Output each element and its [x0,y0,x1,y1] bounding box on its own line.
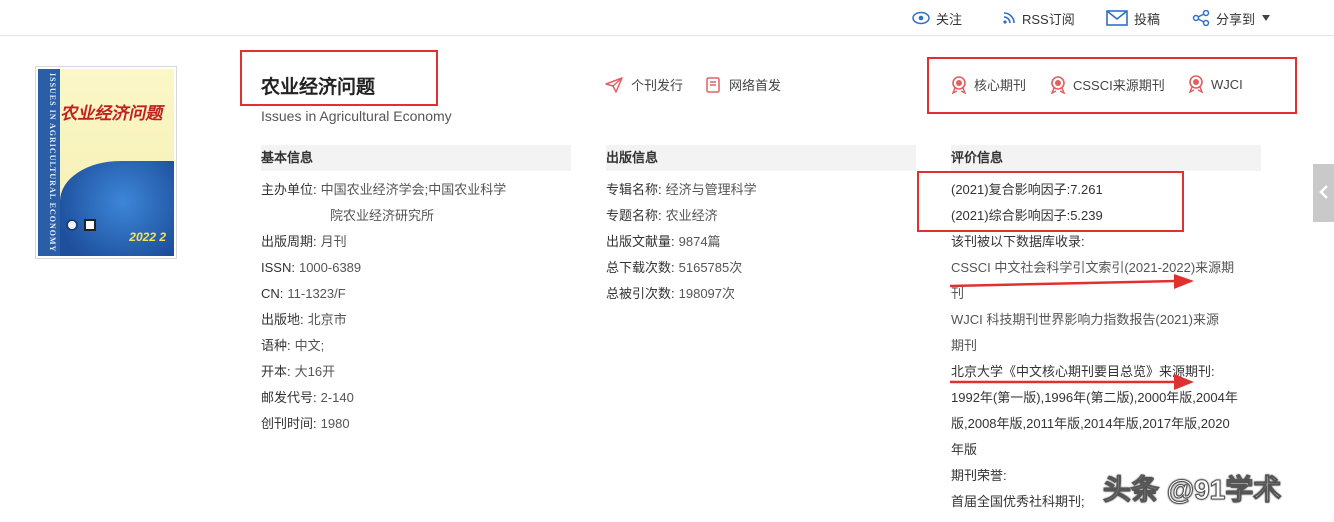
basic-info-value: 1000-6389 [298,260,362,275]
evaluation-info-heading: 评价信息 [951,145,1261,171]
basic-info-value: 11-1323/F [287,286,346,301]
basic-info-value: 北京市 [307,312,347,327]
evaluation-line: 首届全国优秀社科期刊; [951,494,1085,509]
basic-info-value: 2-140 [320,390,354,405]
submit-button[interactable]: 投稿 [1106,0,1160,36]
cover-issue: 2022 2 [129,230,166,244]
follow-label: 关注 [936,11,963,27]
annotation-box-impact [917,171,1184,232]
basic-info-value: 大16开 [294,364,336,379]
evaluation-line[interactable]: WJCI 科技期刊世界影响力指数报告(2021)来源 [951,307,1219,333]
tag-individual-issue-label: 个刊发行 [631,78,684,93]
basic-info-row: 主办单位: 中国农业经济学会;中国农业科学 [261,177,506,203]
evaluation-line[interactable]: 期刊 [951,333,977,359]
basic-info-value: 中国农业经济学会;中国农业科学 [320,182,507,197]
basic-info-key: 创刊时间: [261,416,317,431]
cover-title: 农业经济问题 [59,104,166,124]
journal-cover: ISSUES IN AGRICULTURAL ECONOMY 农业经济问题 20… [35,66,177,259]
basic-info-heading: 基本信息 [261,145,571,171]
publication-info-row: 专题名称: 农业经济 [606,203,718,229]
basic-info-row: CN: 11-1323/F [261,281,346,307]
basic-info-row: 语种: 中文; [261,333,324,359]
submit-label: 投稿 [1134,11,1161,27]
publication-info-value: 9874篇 [678,234,721,249]
rss-button[interactable]: RSS订阅 [1002,0,1075,36]
annotation-box-title [240,50,438,106]
basic-info-row: 出版周期: 月刊 [261,229,347,255]
publication-info-key: 专辑名称: [606,182,662,197]
cover-band-text: ISSUES IN AGRICULTURAL ECONOMY [48,73,57,253]
basic-info-heading-text: 基本信息 [261,150,314,165]
publication-info-row: 总被引次数: 198097次 [606,281,735,307]
basic-info-row: 邮发代号: 2-140 [261,385,354,411]
publication-info-key: 总被引次数: [606,286,675,301]
publication-info-value: 农业经济 [665,208,718,223]
rss-icon [1003,12,1015,24]
tag-individual-issue[interactable]: 个刊发行 [605,75,683,94]
journal-subtitle: Issues in Agricultural Economy [261,108,452,124]
side-collapse-tab[interactable] [1313,164,1334,222]
basic-info-key: 语种: [261,338,291,353]
basic-info-row: 出版地: 北京市 [261,307,347,333]
annotation-arrow [949,274,1194,289]
publication-info-key: 专题名称: [606,208,662,223]
evaluation-line: 版,2008年版,2011年版,2014年版,2017年版,2020 [951,416,1230,431]
document-icon [706,76,720,93]
cover-qr-code [84,219,96,231]
publication-info-heading: 出版信息 [606,145,916,171]
basic-info-value: 1980 [320,416,350,431]
annotation-box-badges [927,57,1297,114]
share-icon [1192,10,1210,26]
basic-info-key: 出版周期: [261,234,317,249]
paper-plane-icon [605,76,623,93]
eye-icon [912,11,930,25]
publication-info-key: 出版文献量: [606,234,675,249]
basic-info-key: 主办单位: [261,182,317,197]
basic-info-value: 院农业经济研究所 [330,208,435,223]
share-button[interactable]: 分享到 [1192,0,1277,36]
publication-info-value: 5165785次 [678,260,743,275]
basic-info-row: 开本: 大16开 [261,359,335,385]
follow-button[interactable]: 关注 [912,0,962,36]
caret-down-icon [1262,15,1271,21]
publication-info-heading-text: 出版信息 [606,150,659,165]
publication-info-value: 经济与管理科学 [665,182,757,197]
envelope-icon [1106,10,1128,26]
share-label: 分享到 [1216,11,1256,27]
basic-info-value: 中文; [294,338,325,353]
publication-info-key: 总下载次数: [606,260,675,275]
evaluation-info-heading-text: 评价信息 [951,150,1004,165]
cover-logo [66,219,78,231]
publication-info-row: 出版文献量: 9874篇 [606,229,721,255]
chevron-icon [1319,185,1328,199]
annotation-arrow [950,374,1194,390]
evaluation-line: 该刊被以下数据库收录: [951,234,1085,249]
publication-info-row: 专辑名称: 经济与管理科学 [606,177,757,203]
publication-info-value: 198097次 [678,286,736,301]
top-toolbar: 关注 RSS订阅 投稿 分享到 [0,0,1334,36]
evaluation-line: 年版 [951,442,978,457]
basic-info-key: 开本: [261,364,291,379]
basic-info-key: 邮发代号: [261,390,317,405]
rss-label: RSS订阅 [1022,11,1075,27]
cover-image: ISSUES IN AGRICULTURAL ECONOMY 农业经济问题 20… [38,69,174,256]
basic-info-row: ISSN: 1000-6389 [261,255,361,281]
basic-info-key: 出版地: [261,312,304,327]
tag-online-first-label: 网络首发 [729,78,782,93]
basic-info-value: 月刊 [320,234,347,249]
basic-info-row: 院农业经济研究所 [261,203,434,229]
basic-info-key: CN: [261,286,284,301]
evaluation-line: 期刊荣誉: [951,468,1007,483]
publication-info-row: 总下载次数: 5165785次 [606,255,742,281]
tag-online-first[interactable]: 网络首发 [705,75,781,94]
basic-info-row: 创刊时间: 1980 [261,411,350,437]
watermark: 头条 @91学术 [1102,474,1282,506]
basic-info-key: ISSN: [261,260,295,275]
